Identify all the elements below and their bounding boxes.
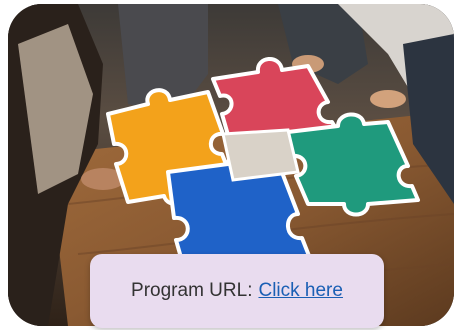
program-url-box: Program URL: Click here [90,254,384,328]
program-url-label: Program URL: [131,280,253,301]
program-url-link[interactable]: Click here [258,280,342,302]
